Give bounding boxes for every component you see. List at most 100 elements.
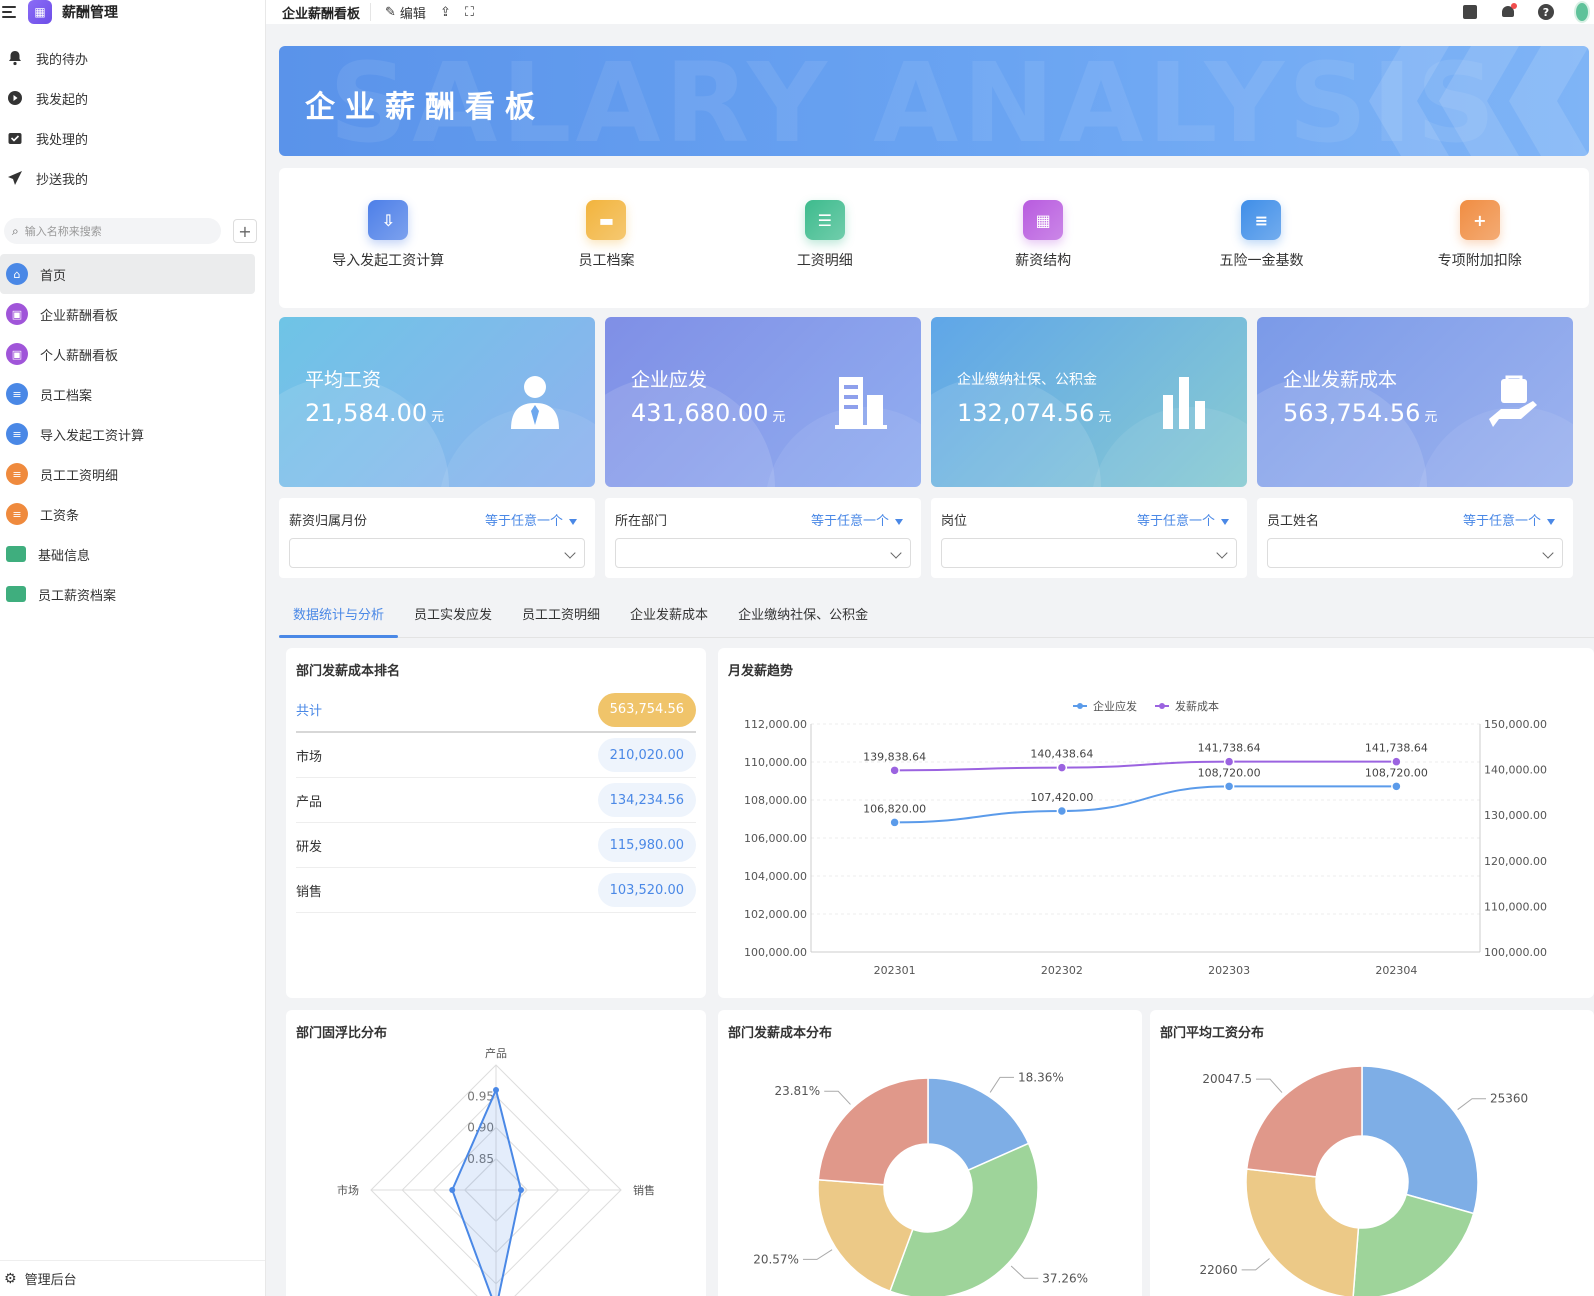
docs-button[interactable] [1460,2,1480,22]
fullscreen-button[interactable]: ⛶ [465,5,474,20]
search-placeholder: 输入名称来搜索 [24,225,102,238]
data-point[interactable] [889,817,900,828]
person-icon [511,376,559,429]
sidebar-item[interactable]: ≡ 员工档案 [0,374,255,414]
shortcut-label: 导入发起工资计算 [332,253,445,269]
series-line [894,785,1397,824]
tab-1[interactable]: 员工实发应发 [414,590,492,638]
shortcut-list[interactable]: ≡ 五险一金基数 [1152,168,1370,308]
pie-label: 37.26% [1042,1271,1088,1285]
kpi-card: 企业发薪成本 563,754.56 元 [1257,317,1573,487]
shortcut-label: 五险一金基数 [1219,253,1304,269]
pie-leader-line [802,1249,833,1260]
radar-point[interactable] [518,1187,524,1193]
radar-point[interactable] [493,1087,499,1093]
rank-dept-name: 销售 [296,884,323,900]
sidebar-item[interactable]: ▣ 个人薪酬看板 [0,334,255,374]
quick-item-handled[interactable]: 我处理的 [0,118,265,158]
filter-value-select[interactable] [1267,538,1563,568]
bar-chart-icon [1163,377,1205,429]
pie-slice[interactable] [1245,1065,1363,1178]
bell-icon [6,49,24,67]
search-input[interactable]: ⌕ 输入名称来搜索 [4,218,221,244]
sidebar-item[interactable]: ≡ 工资条 [0,494,255,534]
series-line [894,760,1397,772]
kpi-label: 平均工资 [305,369,382,391]
pie-slice[interactable] [1245,1168,1360,1296]
shortcut-user-doc[interactable]: ☰ 工资明细 [716,168,934,308]
data-point[interactable] [1391,781,1402,792]
sidebar-item[interactable]: ≡ 员工工资明细 [0,454,255,494]
folder-icon [6,546,26,562]
filter-value-select[interactable] [941,538,1237,568]
y-tick-left: 102,000.00 [744,908,807,921]
filter-operator-dropdown[interactable]: 等于任意一个 [485,510,577,529]
tab-0[interactable]: 数据统计与分析 [278,590,399,638]
kpi-unit: 元 [1424,410,1438,425]
sidebar-item[interactable]: 基础信息 [0,534,255,574]
pie-slice[interactable] [1361,1065,1479,1215]
sidebar-item[interactable]: 员工薪资档案 [0,574,255,614]
pie-slice[interactable] [888,1142,1039,1296]
quick-item-label: 我处理的 [36,132,89,148]
rank-row: 研发 115,980.00 [296,823,696,868]
chevron-down-icon [890,547,902,559]
tab-3[interactable]: 企业发薪成本 [630,590,708,638]
quick-links: 我的待办 我发起的 我处理的 抄送我的 [0,38,265,198]
data-label: 106,820.00 [863,802,926,815]
hamburger-menu-icon[interactable] [2,6,18,18]
admin-console-link[interactable]: ⚙ 管理后台 [0,1260,265,1296]
filter-value-select[interactable] [289,538,585,568]
data-label: 108,720.00 [1365,766,1428,779]
quick-item-initiated[interactable]: 我发起的 [0,78,265,118]
sidebar-header: ▦ 薪酬管理 [0,0,265,24]
data-point[interactable] [1056,805,1068,817]
kpi-value: 431,680.00 [631,399,769,427]
tab-2[interactable]: 员工工资明细 [522,590,600,638]
sidebar-item[interactable]: ▣ 企业薪酬看板 [0,294,255,334]
hand-bag-icon [1489,375,1537,427]
data-point[interactable] [1223,781,1235,792]
legend-marker [1077,703,1083,709]
pie-slice[interactable] [1352,1193,1475,1296]
rank-value-badge: 134,234.56 [597,783,696,817]
shortcut-import[interactable]: ⇩ 导入发起工资计算 [279,168,497,308]
data-point[interactable] [1391,756,1402,767]
filter-operator-dropdown[interactable]: 等于任意一个 [1137,510,1229,529]
pie-slice[interactable] [817,1077,929,1186]
shortcut-inbox-plus[interactable]: + 专项附加扣除 [1371,168,1589,308]
share-button[interactable]: ⇪ [440,5,451,20]
tab-4[interactable]: 企业缴纳社保、公积金 [738,590,868,638]
quick-item-todo[interactable]: 我的待办 [0,38,265,78]
shortcut-bar: ⇩ 导入发起工资计算 ▬ 员工档案 ☰ 工资明细 ▦ 薪资结构 ≡ 五险一金基数 + 专项附加扣除 [279,168,1589,308]
x-tick: 202304 [1375,964,1417,977]
add-button[interactable]: + [233,219,257,243]
shortcut-grid[interactable]: ▦ 薪资结构 [934,168,1152,308]
filter-value-select[interactable] [615,538,911,568]
filter-operator-dropdown[interactable]: 等于任意一个 [1463,510,1555,529]
data-point[interactable] [889,765,900,776]
sidebar-item-label: 首页 [40,268,67,284]
rank-value-badge: 563,754.56 [597,692,696,727]
y-tick-left: 106,000.00 [744,832,807,845]
data-point[interactable] [1056,762,1068,773]
data-label: 140,438.64 [1030,748,1093,761]
radar-point[interactable] [449,1187,456,1193]
edit-label: 编辑 [399,6,426,22]
quick-item-cc[interactable]: 抄送我的 [0,158,265,198]
help-button[interactable]: ? [1536,2,1556,22]
sidebar-item[interactable]: ⌂ 首页 [0,254,255,294]
expand-icon: ⛶ [464,4,474,20]
shortcut-folder[interactable]: ▬ 员工档案 [497,168,715,308]
notifications-button[interactable] [1498,2,1518,22]
filter-operator-dropdown[interactable]: 等于任意一个 [811,510,903,529]
folder-icon [6,586,26,602]
sidebar-item[interactable]: ≡ 导入发起工资计算 [0,414,255,454]
y-tick-left: 100,000.00 [744,946,807,959]
data-point[interactable] [1223,756,1235,767]
pie-leader-line [824,1090,851,1105]
user-avatar-button[interactable] [1574,1,1594,23]
monthly-trend-card: 月发薪趋势 100,000.00 102,000.00 104,000.00 106,… [718,648,1594,998]
edit-button[interactable]: ✎ 编辑 [385,3,426,22]
filter-label: 薪资归属月份 [289,514,368,529]
